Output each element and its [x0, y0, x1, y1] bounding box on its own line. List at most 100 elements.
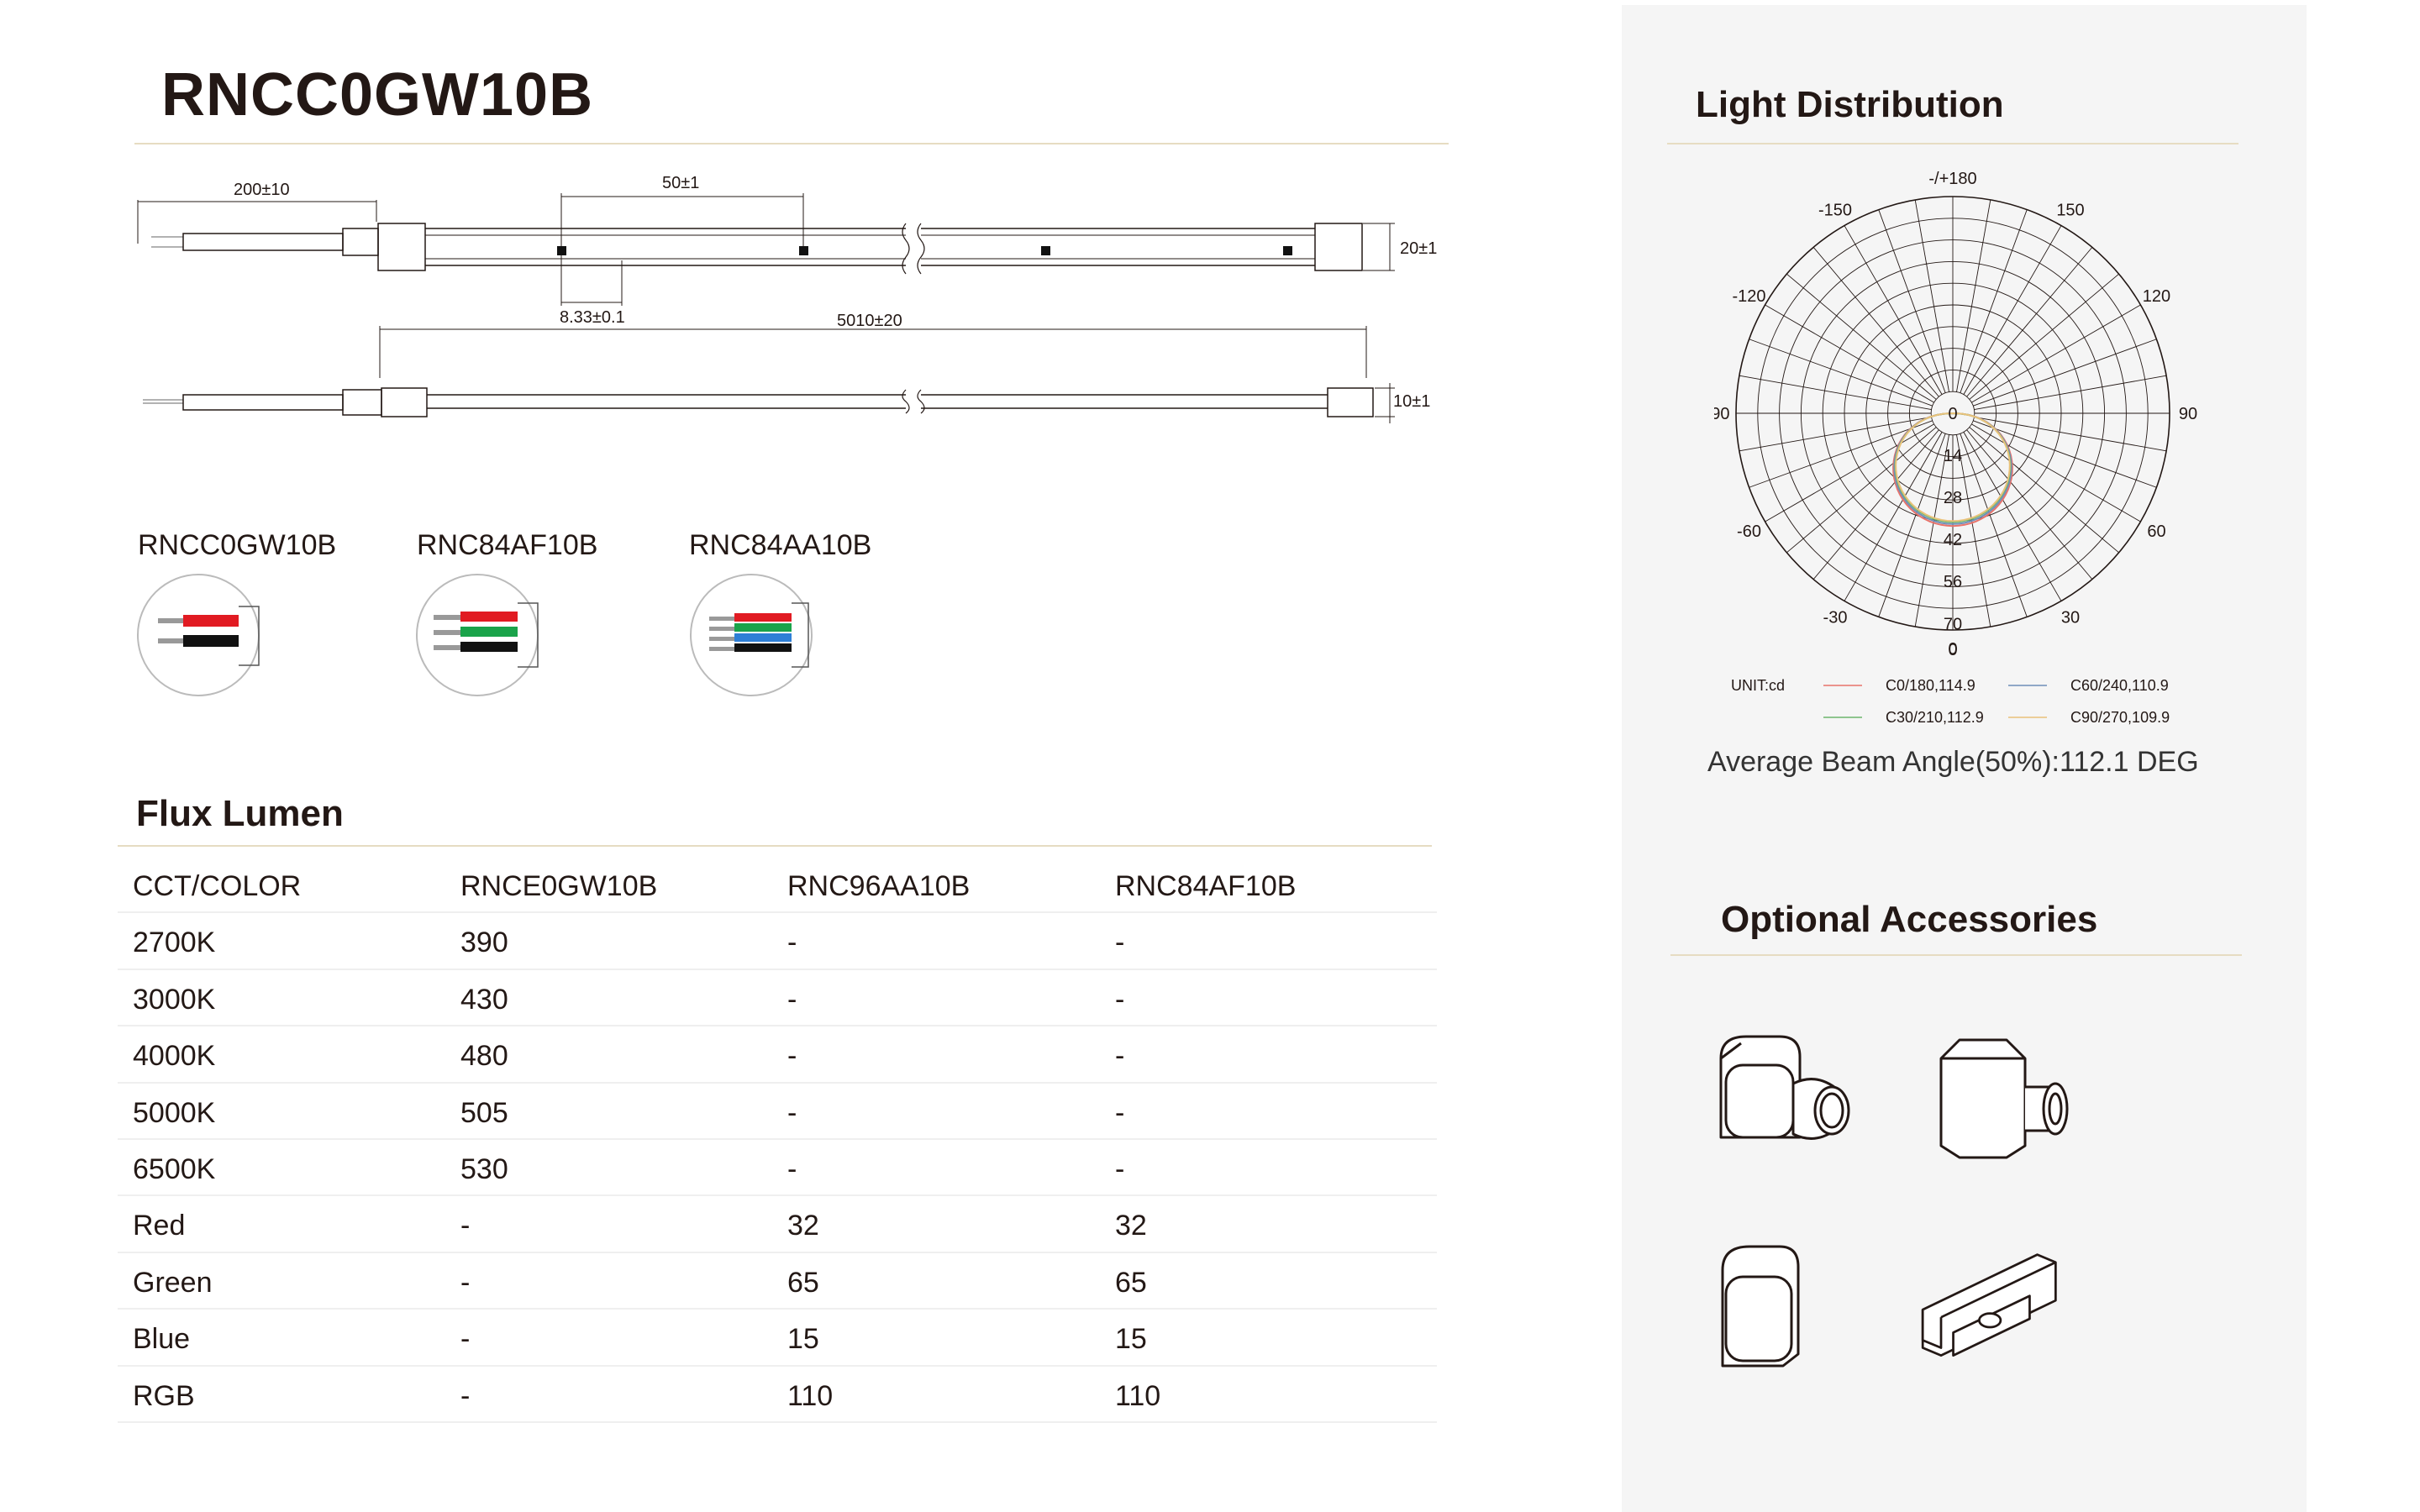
- cell: 32: [787, 1210, 819, 1242]
- angle-label: 60: [2147, 522, 2165, 541]
- dimension-drawing: 200±10 50±1 8.33±0.1 20±1 5010±20 10±1: [137, 174, 1437, 423]
- height-label: 20±1: [1400, 239, 1437, 258]
- angle-label: -/+180: [1928, 170, 1976, 188]
- unit-label: UNIT:cd: [1731, 677, 1785, 694]
- polar-spoke: [1966, 247, 2093, 397]
- cell: 15: [1115, 1323, 1147, 1356]
- polar-labels: -/+180 150 120 90 60 30 0 -30 -60 -90 -120 -150 0 14 2…: [1714, 170, 2197, 659]
- width-label: 10±1: [1393, 392, 1430, 411]
- header-cct: CCT/COLOR: [133, 870, 302, 902]
- cell: -: [460, 1323, 471, 1356]
- angle-label: 150: [2056, 202, 2084, 220]
- polar-spoke: [1960, 433, 2028, 617]
- cell: -: [1115, 1040, 1125, 1073]
- polar-spoke: [1974, 417, 2167, 452]
- cell: -: [1115, 1152, 1125, 1185]
- cell: 32: [1115, 1210, 1147, 1242]
- polar-spoke: [1960, 209, 2028, 393]
- table-row: 6500K 530 - -: [118, 1140, 1437, 1197]
- cell: -: [460, 1210, 471, 1242]
- angle-label: -150: [1818, 202, 1852, 220]
- blank-end-cap-icon: [1721, 1245, 1800, 1368]
- wire-variant-icon-1: [137, 574, 260, 696]
- flux-table: CCT/COLOR RNCE0GW10B RNC96AA10B RNC84AF1…: [118, 857, 1437, 1423]
- polar-legend: UNIT:cd C0/180,114.9 C60/240,110.9 C30/210,…: [1731, 677, 2170, 726]
- cell: -: [787, 1152, 797, 1185]
- polar-spoke: [1973, 339, 2157, 407]
- polar-spoke: [1973, 420, 2157, 488]
- radial-label: 28: [1944, 489, 1962, 507]
- cell: 15: [787, 1323, 819, 1356]
- title-divider: [134, 143, 1449, 144]
- table-row: Red - 32 32: [118, 1196, 1437, 1253]
- wire-variant-icon-2: [416, 574, 539, 696]
- table-row: RGB - 110 110: [118, 1367, 1437, 1423]
- angle-label: -60: [1737, 522, 1761, 541]
- cell: 390: [460, 927, 508, 959]
- polar-spoke: [1956, 199, 1991, 392]
- polar-spoke: [1969, 427, 2119, 554]
- angle-label: -120: [1732, 287, 1765, 306]
- polar-spoke: [1812, 247, 1939, 397]
- product-title: RNCC0GW10B: [161, 61, 594, 129]
- cell: 110: [787, 1379, 834, 1412]
- cell: 430: [460, 983, 508, 1016]
- polar-chart: -/+180 150 120 90 60 30 0 -30 -60 -90 -120 -150 0 14 2…: [1714, 170, 2197, 726]
- accessories-title: Optional Accessories: [1721, 899, 2098, 940]
- acc-divider: [1670, 954, 2242, 956]
- cell: 110: [1115, 1379, 1161, 1412]
- radial-label: 56: [1944, 573, 1962, 591]
- cell: 6500K: [133, 1152, 216, 1185]
- cell: -: [460, 1266, 471, 1299]
- polar-spoke: [1812, 429, 1939, 580]
- table-row: 5000K 505 - -: [118, 1084, 1437, 1140]
- polar-spoke: [1786, 427, 1937, 554]
- flux-header-row: CCT/COLOR RNCE0GW10B RNC96AA10B RNC84AF1…: [118, 857, 1437, 914]
- legend-label: C30/210,112.9: [1886, 709, 1984, 726]
- polar-spoke: [1878, 209, 1946, 393]
- header-col1: RNCE0GW10B: [460, 870, 658, 902]
- wire-black: [183, 635, 239, 647]
- cell: -: [787, 983, 797, 1016]
- polar-spoke: [1749, 420, 1933, 488]
- lead-length-label: 200±10: [234, 181, 290, 199]
- wire-variant-icon-3: [690, 574, 813, 696]
- beam-angle-text: Average Beam Angle(50%):112.1 DEG: [1707, 746, 2199, 778]
- mounting-clip-icon: [1921, 1253, 2057, 1357]
- polar-spoke: [1974, 375, 2167, 410]
- end-cap-gland-icon: [1719, 1035, 1850, 1140]
- legend-label: C60/240,110.9: [2070, 677, 2169, 694]
- cell: 5000K: [133, 1096, 216, 1129]
- header-col2: RNC96AA10B: [787, 870, 971, 902]
- cell: 3000K: [133, 983, 216, 1016]
- cell: -: [1115, 927, 1125, 959]
- radial-label: 70: [1944, 615, 1962, 633]
- cell: -: [460, 1379, 471, 1412]
- polar-spoke: [1969, 273, 2119, 400]
- polar-spoke: [1739, 375, 1932, 410]
- cell: 65: [787, 1266, 819, 1299]
- cell: 4000K: [133, 1040, 216, 1073]
- angle-label: 120: [2143, 287, 2170, 306]
- table-row: 2700K 390 - -: [118, 913, 1437, 970]
- polar-spoke: [1765, 304, 1934, 403]
- wire-red: [183, 615, 239, 627]
- table-row: 3000K 430 - -: [118, 970, 1437, 1027]
- cell: -: [1115, 1096, 1125, 1129]
- polar-spoke: [1971, 304, 2141, 403]
- feed-in-end-cap-icon: [1939, 1038, 2069, 1159]
- angle-label: 90: [2179, 405, 2197, 423]
- variant-label-1: RNCC0GW10B: [138, 529, 337, 561]
- cell: 65: [1115, 1266, 1147, 1299]
- polar-spoke: [1966, 429, 2093, 580]
- polar-spoke: [1786, 273, 1937, 400]
- polar-spoke: [1963, 225, 2062, 395]
- cell: Green: [133, 1266, 213, 1299]
- angle-label: -90: [1714, 405, 1729, 423]
- polar-spoke: [1878, 433, 1946, 617]
- cell: 480: [460, 1040, 508, 1073]
- table-row: Green - 65 65: [118, 1253, 1437, 1310]
- total-length-label: 5010±20: [837, 312, 902, 330]
- polar-spoke: [1914, 199, 1949, 392]
- table-row: Blue - 15 15: [118, 1310, 1437, 1367]
